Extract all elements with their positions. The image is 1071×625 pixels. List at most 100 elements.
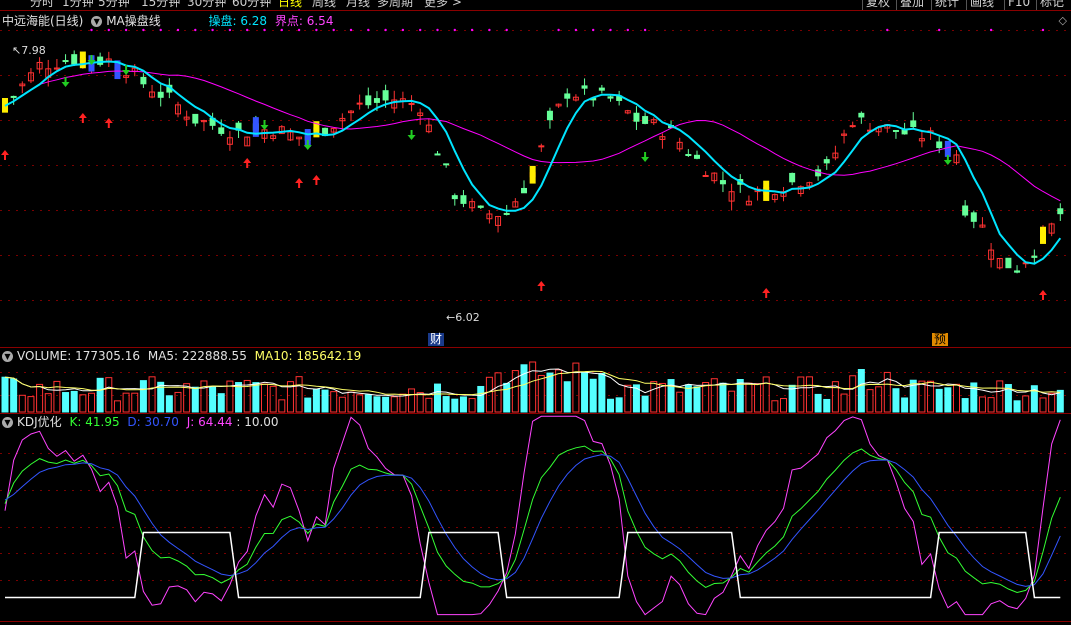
sell-arrow-icon xyxy=(260,120,269,130)
volume-bar xyxy=(996,380,1004,413)
finance-marker[interactable]: 财 xyxy=(428,333,445,346)
volume-bar xyxy=(598,373,606,413)
volume-bar xyxy=(728,390,736,413)
candle-body xyxy=(910,120,917,128)
candle-body xyxy=(607,96,614,99)
signal-dot xyxy=(505,28,508,32)
signal-dot xyxy=(488,28,491,32)
volume-bar xyxy=(641,395,649,413)
volume-bar xyxy=(485,376,493,413)
volume-bar xyxy=(771,400,779,413)
kdj-dropdown-icon[interactable]: ▼ xyxy=(2,417,13,428)
candle-body xyxy=(477,205,484,208)
volume-bar xyxy=(252,382,260,413)
candle-body xyxy=(598,87,605,91)
volume-bar xyxy=(1,376,9,413)
volume-bar xyxy=(961,398,969,413)
signal-dot xyxy=(159,28,162,32)
signal-dot xyxy=(90,28,93,32)
price-low-label: 6.02 xyxy=(455,311,480,324)
volume-bar xyxy=(581,371,589,413)
candle-body xyxy=(538,145,545,148)
volume-bar xyxy=(131,392,139,413)
volume-bar xyxy=(36,383,44,413)
volume-bar xyxy=(658,382,666,413)
volume-bar xyxy=(451,398,459,413)
signal-dot xyxy=(401,28,405,32)
volume-bar xyxy=(987,397,995,413)
volume-bar xyxy=(857,369,865,413)
volume-bar xyxy=(607,398,614,413)
candle-body xyxy=(503,212,510,215)
volume-bar xyxy=(295,376,303,413)
volume-bar xyxy=(935,388,943,413)
buy-arrow-icon xyxy=(295,178,304,188)
candle-body xyxy=(62,60,69,63)
signal-dot xyxy=(297,28,301,32)
signal-dot xyxy=(470,28,474,32)
volume-bar xyxy=(572,362,580,413)
candle-body xyxy=(365,95,372,106)
volume-bar xyxy=(477,385,485,413)
sell-arrow-icon xyxy=(407,130,416,140)
volume-bar xyxy=(901,397,909,413)
price-high-label: 7.98 xyxy=(21,44,46,57)
k-value: 41.95 xyxy=(85,415,120,429)
chart-canvas[interactable] xyxy=(0,0,1071,625)
volume-bar xyxy=(754,383,762,413)
ma5-value: 222888.55 xyxy=(181,349,247,363)
volume-bar xyxy=(165,395,173,413)
candle-body xyxy=(10,95,17,98)
signal-dot xyxy=(938,28,941,32)
candle-body xyxy=(546,110,553,121)
candle-body xyxy=(685,154,692,157)
volume-bar xyxy=(650,381,658,413)
highlight-candle xyxy=(529,165,536,184)
candle-body xyxy=(443,163,450,166)
volume-bar xyxy=(762,376,770,413)
volume-bar xyxy=(615,397,623,413)
volume-bar xyxy=(745,382,753,413)
kdj-name: KDJ优化 xyxy=(17,415,62,429)
price-low-annotation: ←6.02 xyxy=(446,311,480,324)
forecast-marker[interactable]: 预 xyxy=(932,333,949,346)
candle-body xyxy=(434,153,441,156)
signal-dot xyxy=(643,28,647,32)
volume-bar xyxy=(390,396,398,413)
volume-bar xyxy=(693,386,701,413)
signal-dot xyxy=(574,28,578,32)
candle-body xyxy=(451,195,458,200)
k-label: K: xyxy=(69,415,82,429)
volume-dropdown-icon[interactable]: ▼ xyxy=(2,351,13,362)
volume-bar xyxy=(261,383,268,413)
volume-bar xyxy=(200,380,208,413)
buy-arrow-icon xyxy=(1,150,9,160)
candle-body xyxy=(633,112,640,122)
signal-dot xyxy=(609,28,612,32)
volume-bar xyxy=(113,400,121,413)
volume-bar xyxy=(537,374,545,413)
volume-bar xyxy=(44,393,52,413)
signal-dot xyxy=(142,28,145,32)
signal-dot xyxy=(592,28,595,32)
price-high-annotation: ↖7.98 xyxy=(12,44,46,57)
candle-body xyxy=(140,76,147,85)
volume-bar xyxy=(88,392,95,413)
volume-bar xyxy=(79,394,87,413)
highlight-candle xyxy=(79,51,86,69)
volume-bar xyxy=(840,393,848,413)
candle-body xyxy=(97,56,104,65)
volume-bar xyxy=(191,386,199,413)
j-value: 64.44 xyxy=(198,415,233,429)
signal-dot xyxy=(211,28,214,32)
signal-dot xyxy=(332,28,335,32)
volume-bar xyxy=(382,396,390,413)
volume-bar xyxy=(356,394,364,413)
volume-bar xyxy=(364,394,372,413)
volume-bar xyxy=(520,364,528,413)
volume-bar xyxy=(918,380,926,413)
signal-dot xyxy=(176,28,180,32)
volume-bar xyxy=(18,394,26,413)
volume-bar xyxy=(805,376,813,413)
candle-body xyxy=(521,187,527,194)
